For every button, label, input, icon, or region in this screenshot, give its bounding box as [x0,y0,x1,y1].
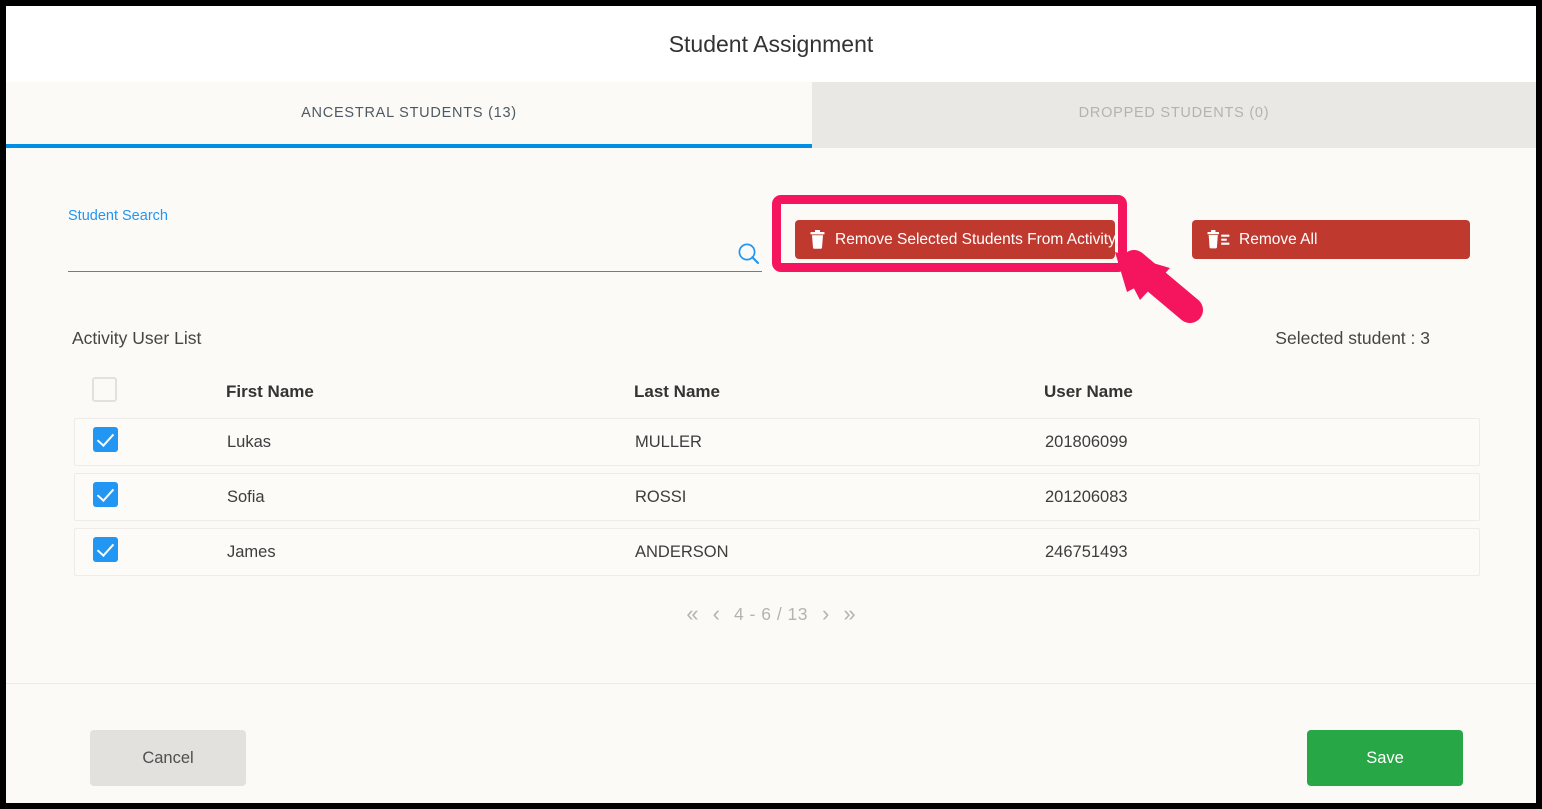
table-row[interactable]: Sofia ROSSI 201206083 [74,473,1480,521]
table-row[interactable]: James ANDERSON 246751493 [74,528,1480,576]
trash-icon [809,230,826,249]
row-select-cell [75,537,227,567]
remove-selected-students-button[interactable]: Remove Selected Students From Activity [795,220,1116,259]
double-chevron-right-icon[interactable]: » [843,603,855,625]
remove-selected-students-label: Remove Selected Students From Activity [835,230,1116,248]
cell-user-name: 201806099 [1045,432,1128,451]
table-header-row: First Name Last Name User Name [74,366,1480,418]
double-chevron-left-icon[interactable]: « [686,603,698,625]
row-checkbox[interactable] [93,427,118,452]
row-checkbox[interactable] [93,482,118,507]
select-all-cell [74,377,226,407]
search-input[interactable] [68,232,718,270]
trash-list-icon [1206,230,1230,249]
modal-body: Student Search Remove Selected Students … [6,148,1536,683]
modal-header: Student Assignment [6,6,1536,82]
remove-all-button[interactable]: Remove All [1192,220,1470,259]
column-header-first-name: First Name [226,382,314,401]
tab-dropped-students[interactable]: DROPPED STUDENTS (0) [812,82,1536,148]
table-row[interactable]: Lukas MULLER 201806099 [74,418,1480,466]
remove-all-label: Remove All [1239,230,1318,248]
cell-last-name: MULLER [635,432,702,451]
pagination: « ‹ 4 - 6 / 13 › » [6,603,1536,625]
row-select-cell [75,427,227,457]
tab-ancestral-students[interactable]: ANCESTRAL STUDENTS (13) [6,82,812,148]
activity-user-list-title: Activity User List [72,328,202,348]
cell-first-name: James [227,542,276,561]
chevron-left-icon[interactable]: ‹ [713,603,720,625]
selected-student-count: Selected student : 3 [1275,328,1430,348]
cell-first-name: Sofia [227,487,265,506]
cell-user-name: 201206083 [1045,487,1128,506]
chevron-right-icon[interactable]: › [822,603,829,625]
cell-user-name: 246751493 [1045,542,1128,561]
select-all-checkbox[interactable] [92,377,117,402]
column-header-user-name: User Name [1044,382,1133,401]
save-button[interactable]: Save [1307,730,1463,786]
cell-last-name: ROSSI [635,487,687,506]
student-assignment-modal: Student Assignment ANCESTRAL STUDENTS (1… [6,6,1536,803]
activity-user-table: First Name Last Name User Name Lukas MUL… [74,366,1480,583]
cell-last-name: ANDERSON [635,542,729,561]
row-checkbox[interactable] [93,537,118,562]
row-select-cell [75,482,227,512]
tab-bar: ANCESTRAL STUDENTS (13) DROPPED STUDENTS… [6,82,1536,148]
cell-first-name: Lukas [227,432,272,451]
search-field [68,232,762,272]
cancel-button[interactable]: Cancel [90,730,246,786]
column-header-last-name: Last Name [634,382,720,401]
search-icon[interactable] [736,241,762,267]
pagination-range: 4 - 6 / 13 [733,603,809,624]
modal-footer: Cancel Save [6,683,1536,803]
search-label: Student Search [68,208,168,224]
page-title: Student Assignment [668,31,874,57]
